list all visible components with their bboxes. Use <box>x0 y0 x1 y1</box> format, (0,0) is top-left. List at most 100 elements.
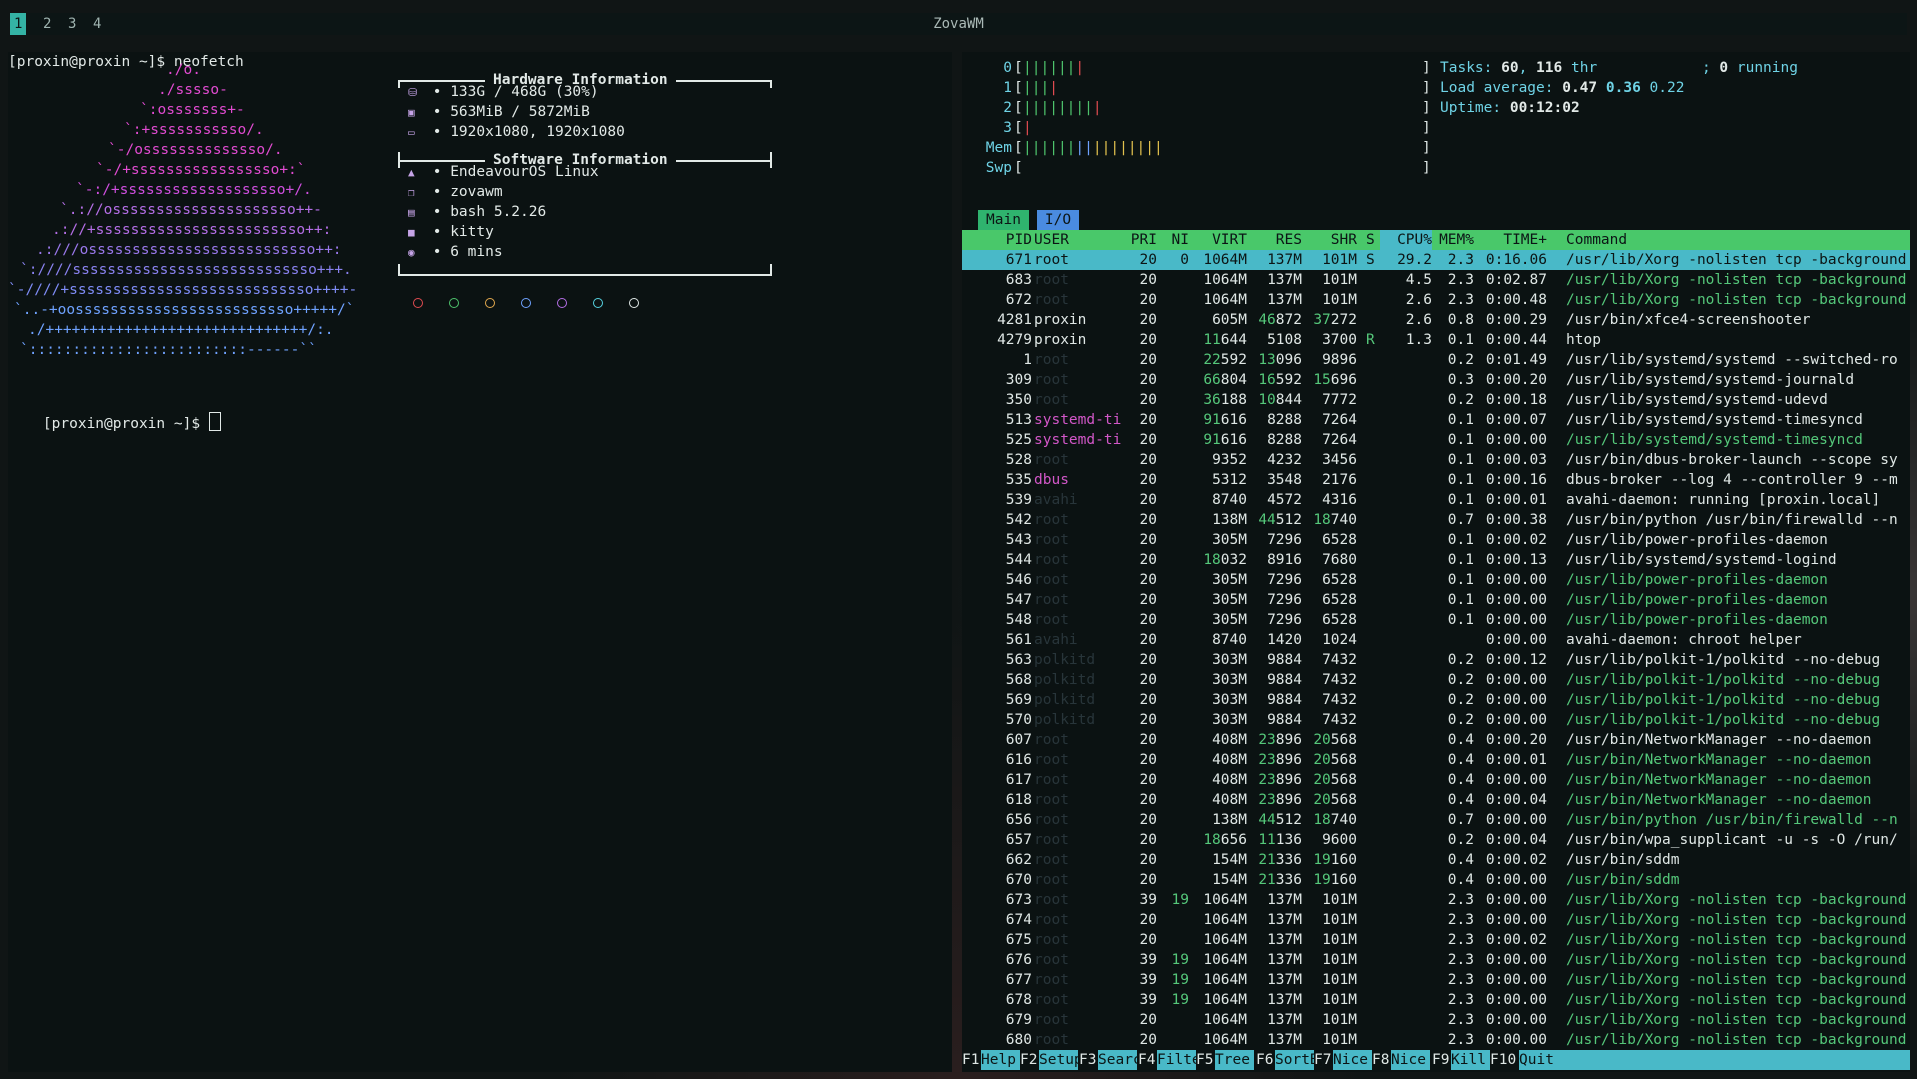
window-manager-bar: 1 2 3 4 ZovaWM <box>10 13 1907 35</box>
process-row[interactable]: 309 root 20 66804 16592 15696 0.3 0:00.20/usr/l… <box>962 370 1910 390</box>
process-row[interactable]: 673 root 39 19 1064M 137M 101M 2.3 0:00.00/usr/l… <box>962 890 1910 910</box>
fkey-help-button[interactable]: Help <box>981 1050 1020 1070</box>
tab-io[interactable]: I/O <box>1036 210 1080 230</box>
fkey-nice-button[interactable]: Nice - <box>1333 1050 1385 1070</box>
process-row[interactable]: 679 root 20 1064M 137M 101M 2.3 0:00.00/usr/lib… <box>962 1010 1910 1030</box>
col-res[interactable]: RES <box>1247 230 1302 250</box>
process-res: 44512 <box>1258 512 1302 528</box>
fkey-search-button[interactable]: Search <box>1098 1050 1150 1070</box>
fkey-setup-button[interactable]: Setup <box>1039 1050 1083 1070</box>
fkey-nice-button[interactable]: Nice + <box>1391 1050 1443 1070</box>
process-row[interactable]: 676 root 39 19 1064M 137M 101M 2.3 0:00.00/usr/l… <box>962 950 1910 970</box>
process-pri: 20 <box>1139 812 1157 828</box>
logo-line: .:///ossssssssssssssssssssssssso++: <box>36 242 342 258</box>
fkey-filter-button[interactable]: Filter <box>1157 1050 1209 1070</box>
process-row[interactable]: 671 root 20 0 1064M 137M 101M S 29.2 2.3 0:16.06/u… <box>962 250 1910 270</box>
process-pri: 20 <box>1139 372 1157 388</box>
col-shr[interactable]: SHR <box>1302 230 1357 250</box>
process-row[interactable]: 670 root 20 154M 21336 19160 0.4 0:00.00/usr/bi… <box>962 870 1910 890</box>
process-pid: 570 <box>1005 712 1032 728</box>
col-state[interactable]: S <box>1366 230 1375 250</box>
process-row[interactable]: 528 root 20 9352 4232 3456 0.1 0:00.03/usr/bin/… <box>962 450 1910 470</box>
col-command[interactable]: Command <box>1566 230 1627 250</box>
col-user[interactable]: USER <box>1034 230 1069 250</box>
process-row[interactable]: 569 polkitd 20 303M 9884 7432 0.2 0:00.00/usr/l… <box>962 690 1910 710</box>
process-row[interactable]: 607 root 20 408M 23896 20568 0.4 0:00.20/usr/bi… <box>962 730 1910 750</box>
process-cmd: /usr/lib/polkit-1/polkitd --no-debug <box>1566 692 1881 708</box>
process-row[interactable]: 656 root 20 138M 44512 18740 0.7 0:00.00/usr/bi… <box>962 810 1910 830</box>
fkey-quit-button[interactable]: Quit <box>1519 1050 1910 1070</box>
process-row[interactable]: 568 polkitd 20 303M 9884 7432 0.2 0:00.00/usr/l… <box>962 670 1910 690</box>
process-virt: 1064M <box>1203 892 1247 908</box>
process-row[interactable]: 678 root 39 19 1064M 137M 101M 2.3 0:00.00/usr/l… <box>962 990 1910 1010</box>
col-pid[interactable]: PID <box>962 230 1032 250</box>
process-row[interactable]: 616 root 20 408M 23896 20568 0.4 0:00.01/usr/bi… <box>962 750 1910 770</box>
process-res: 1420 <box>1267 632 1302 648</box>
bullet: • <box>424 164 451 180</box>
process-row[interactable]: 513 systemd-ti 20 91616 8288 7264 0.1 0:00.07/u… <box>962 410 1910 430</box>
process-mem: 0.4 <box>1447 752 1474 768</box>
process-row[interactable]: 617 root 20 408M 23896 20568 0.4 0:00.00/usr/bi… <box>962 770 1910 790</box>
process-row[interactable]: 535 dbus 20 5312 3548 2176 0.1 0:00.16 dbus-brok… <box>962 470 1910 490</box>
process-row[interactable]: 683 root 20 1064M 137M 101M 4.5 2.3 0:02.87/usr/… <box>962 270 1910 290</box>
process-row[interactable]: 561 avahi 20 8740 1420 1024 0:00.00 avahi-daemo… <box>962 630 1910 650</box>
fkey-kill-button[interactable]: Kill <box>1451 1050 1490 1070</box>
process-row[interactable]: 674 root 20 1064M 137M 101M 2.3 0:00.00/usr/lib… <box>962 910 1910 930</box>
process-pri: 20 <box>1139 1032 1157 1048</box>
meter-label: 1 <box>1003 80 1012 96</box>
col-ni[interactable]: NI <box>1157 230 1189 250</box>
shell-prompt[interactable]: [proxin@proxin ~]$ <box>8 392 221 432</box>
process-row[interactable]: 4281 proxin 20 605M 46872 37272 2.6 0.8 0:00.29 /… <box>962 310 1910 330</box>
box-bottom-edges <box>398 264 772 274</box>
process-row[interactable]: 525 systemd-ti 20 91616 8288 7264 0.1 0:00.00/u… <box>962 430 1910 450</box>
process-row[interactable]: 672 root 20 1064M 137M 101M 2.6 2.3 0:00.48/usr/… <box>962 290 1910 310</box>
process-user: root <box>1034 912 1069 928</box>
process-row[interactable]: 680 root 20 1064M 137M 101M 2.3 0:00.00/usr/lib… <box>962 1030 1910 1050</box>
process-row[interactable]: 675 root 20 1064M 137M 101M 2.3 0:00.02/usr/lib… <box>962 930 1910 950</box>
col-time[interactable]: TIME+ <box>1474 230 1547 250</box>
col-cpu[interactable]: CPU% <box>1380 230 1432 250</box>
process-row[interactable]: 543 root 20 305M 7296 6528 0.1 0:00.02/usr/lib/… <box>962 530 1910 550</box>
process-pri: 39 <box>1139 892 1157 908</box>
tab-main[interactable]: Main <box>978 210 1029 230</box>
process-row[interactable]: 548 root 20 305M 7296 6528 0.1 0:00.00/usr/lib/… <box>962 610 1910 630</box>
process-pid: 4281 <box>997 312 1032 328</box>
process-row[interactable]: 539 avahi 20 8740 4572 4316 0.1 0:00.01 avahi-da… <box>962 490 1910 510</box>
process-virt: 8740 <box>1212 492 1247 508</box>
process-row[interactable]: 544 root 20 18032 8916 7680 0.1 0:00.13/usr/lib… <box>962 550 1910 570</box>
process-res: 137M <box>1267 932 1302 948</box>
terminal-htop[interactable]: 0[|||||||] 1[||||] 2[|||||||||] 3[|] Mem[|||… <box>962 52 1910 1072</box>
meter-label: 0 <box>1003 60 1012 76</box>
process-row[interactable]: 1 root 20 22592 13096 9896 0.2 0:01.49/usr/lib/… <box>962 350 1910 370</box>
process-shr: 7432 <box>1322 692 1357 708</box>
process-user: root <box>1034 352 1069 368</box>
process-row[interactable]: 657 root 20 18656 11136 9600 0.2 0:00.04/usr/bi… <box>962 830 1910 850</box>
process-row[interactable]: 677 root 39 19 1064M 137M 101M 2.3 0:00.00/usr/l… <box>962 970 1910 990</box>
process-user: root <box>1034 612 1069 628</box>
process-cmd: /usr/bin/NetworkManager --no-daemon <box>1566 752 1872 768</box>
fkey-sortby-button[interactable]: SortBy <box>1275 1050 1327 1070</box>
process-row[interactable]: 547 root 20 305M 7296 6528 0.1 0:00.00/usr/lib/… <box>962 590 1910 610</box>
process-row[interactable]: 546 root 20 305M 7296 6528 0.1 0:00.00/usr/lib/… <box>962 570 1910 590</box>
process-row[interactable]: 542 root 20 138M 44512 18740 0.7 0:00.38/usr/bi… <box>962 510 1910 530</box>
col-pri[interactable]: PRI <box>1112 230 1157 250</box>
meter-open-bracket: [ <box>1014 120 1023 136</box>
terminal-neofetch[interactable]: [proxin@proxin ~]$ neofetch ./o. ./sssso-… <box>8 52 952 1072</box>
process-shr: 101M <box>1322 1012 1357 1028</box>
process-user: systemd-ti <box>1034 432 1122 448</box>
process-pid: 513 <box>1005 412 1032 428</box>
process-row[interactable]: 350 root 20 36188 10844 7772 0.2 0:00.18/usr/li… <box>962 390 1910 410</box>
fkey-tree-button[interactable]: Tree <box>1215 1050 1254 1070</box>
col-virt[interactable]: VIRT <box>1189 230 1247 250</box>
col-mem[interactable]: MEM% <box>1432 230 1474 250</box>
fkey-f9: F9 <box>1432 1052 1450 1068</box>
process-virt: 154M <box>1212 872 1247 888</box>
process-row[interactable]: 662 root 20 154M 21336 19160 0.4 0:00.02/usr/bi… <box>962 850 1910 870</box>
palette-dot <box>449 298 459 308</box>
process-shr: 7432 <box>1322 652 1357 668</box>
process-row[interactable]: 618 root 20 408M 23896 20568 0.4 0:00.04/usr/bi… <box>962 790 1910 810</box>
fkey-f8: F8 <box>1372 1052 1390 1068</box>
process-row[interactable]: 4279 proxin 20 11644 5108 3700 R 1.3 0.1 0:00.44 h… <box>962 330 1910 350</box>
process-row[interactable]: 570 polkitd 20 303M 9884 7432 0.2 0:00.00/usr/l… <box>962 710 1910 730</box>
process-row[interactable]: 563 polkitd 20 303M 9884 7432 0.2 0:00.12/usr/l… <box>962 650 1910 670</box>
